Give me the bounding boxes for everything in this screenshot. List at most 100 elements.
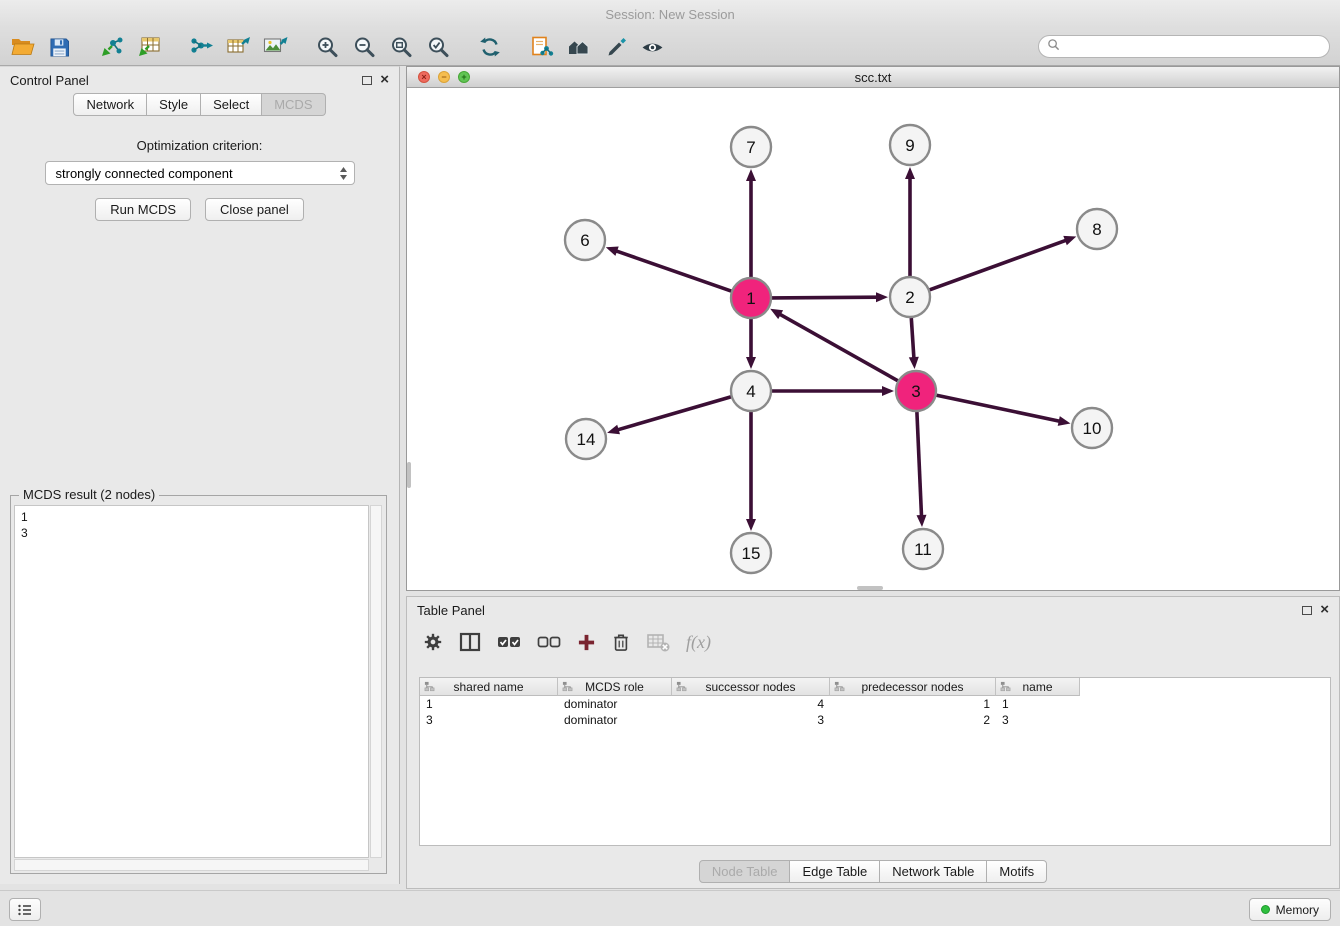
zoom-selected-button[interactable] bbox=[419, 31, 456, 63]
memory-button[interactable]: Memory bbox=[1249, 898, 1331, 921]
add-column-button[interactable] bbox=[577, 633, 596, 652]
edge-3-10[interactable] bbox=[937, 395, 1071, 426]
control-panel-header: Control Panel × bbox=[0, 67, 399, 93]
zoom-out-button[interactable] bbox=[345, 31, 382, 63]
search-input[interactable] bbox=[1065, 39, 1321, 54]
criterion-dropdown[interactable]: strongly connected component bbox=[45, 161, 355, 185]
node-2[interactable]: 2 bbox=[890, 277, 930, 317]
edge-2-9[interactable] bbox=[905, 167, 915, 276]
import-table-button[interactable] bbox=[130, 31, 167, 63]
refresh-view-button[interactable] bbox=[471, 31, 508, 63]
float-panel-icon[interactable] bbox=[362, 76, 372, 85]
node-table: shared name MCDS rolesuccessor nodesprede… bbox=[419, 677, 1331, 846]
network-canvas[interactable]: 7 9 6 8 1 2 4 3 14 10 15 11 bbox=[407, 88, 1339, 590]
export-image-icon bbox=[262, 35, 288, 59]
table-tab-motifs[interactable]: Motifs bbox=[987, 860, 1047, 883]
table-row-2[interactable]: 3dominator323 bbox=[420, 712, 1330, 728]
control-tab-network[interactable]: Network bbox=[73, 93, 147, 116]
result-horizontal-scrollbar[interactable] bbox=[14, 859, 369, 871]
node-11[interactable]: 11 bbox=[903, 529, 943, 569]
toggle-columns-button[interactable] bbox=[459, 632, 481, 652]
search-box[interactable] bbox=[1038, 35, 1330, 58]
save-session-button[interactable] bbox=[41, 31, 78, 63]
edge-3-11[interactable] bbox=[917, 412, 927, 527]
control-tab-style[interactable]: Style bbox=[147, 93, 201, 116]
show-graphics-details-button[interactable] bbox=[634, 31, 671, 63]
minimize-window-icon[interactable]: − bbox=[438, 71, 450, 83]
column-header-mcds-role[interactable]: MCDS role bbox=[558, 678, 672, 696]
node-1[interactable]: 1 bbox=[731, 278, 771, 318]
result-vertical-scrollbar[interactable] bbox=[370, 505, 382, 858]
column-header-shared-name[interactable]: shared name bbox=[420, 678, 558, 696]
node-6[interactable]: 6 bbox=[565, 220, 605, 260]
horizontal-scrollbar-stub[interactable] bbox=[857, 586, 883, 590]
delete-column-button[interactable] bbox=[612, 632, 630, 652]
table-cell: 3 bbox=[420, 713, 558, 727]
table-row-1[interactable]: 1dominator411 bbox=[420, 696, 1330, 712]
node-8[interactable]: 8 bbox=[1077, 209, 1117, 249]
node-7[interactable]: 7 bbox=[731, 127, 771, 167]
panel-selector-button[interactable] bbox=[9, 898, 41, 921]
import-network-button[interactable] bbox=[93, 31, 130, 63]
zoom-fit-button[interactable] bbox=[382, 31, 419, 63]
export-network-button[interactable] bbox=[182, 31, 219, 63]
node-10[interactable]: 10 bbox=[1072, 408, 1112, 448]
control-tab-mcds[interactable]: MCDS bbox=[262, 93, 325, 116]
node-4[interactable]: 4 bbox=[731, 371, 771, 411]
edge-4-14[interactable] bbox=[607, 397, 731, 434]
edge-4-3[interactable] bbox=[772, 386, 894, 396]
column-header-predecessor-nodes[interactable]: predecessor nodes bbox=[830, 678, 996, 696]
edge-2-3[interactable] bbox=[909, 318, 919, 369]
export-image-button[interactable] bbox=[256, 31, 293, 63]
edge-4-15[interactable] bbox=[746, 412, 756, 531]
column-header-name[interactable]: name bbox=[996, 678, 1080, 696]
edge-line bbox=[780, 314, 898, 381]
arrowhead-icon bbox=[607, 425, 620, 435]
export-table-button[interactable] bbox=[219, 31, 256, 63]
column-header-label: shared name bbox=[453, 680, 523, 694]
edge-1-2[interactable] bbox=[772, 292, 888, 302]
close-panel-button[interactable]: Close panel bbox=[205, 198, 304, 221]
arrowhead-icon bbox=[746, 357, 756, 369]
toolbar-gap bbox=[78, 47, 93, 48]
run-mcds-button[interactable]: Run MCDS bbox=[95, 198, 191, 221]
close-window-icon[interactable]: × bbox=[418, 71, 430, 83]
close-panel-icon[interactable]: × bbox=[380, 74, 389, 86]
edge-1-7[interactable] bbox=[746, 169, 756, 277]
table-tab-edge-table[interactable]: Edge Table bbox=[790, 860, 880, 883]
column-header-successor-nodes[interactable]: successor nodes bbox=[672, 678, 830, 696]
table-settings-button[interactable] bbox=[423, 632, 443, 652]
edge-2-8[interactable] bbox=[930, 236, 1077, 290]
apply-style-button[interactable] bbox=[597, 31, 634, 63]
deselect-all-rows-button[interactable] bbox=[537, 633, 561, 651]
vertical-scrollbar-stub[interactable] bbox=[407, 462, 411, 488]
arrowhead-icon bbox=[917, 515, 927, 527]
node-3[interactable]: 3 bbox=[896, 371, 936, 411]
close-table-panel-icon[interactable]: × bbox=[1320, 604, 1329, 616]
select-all-rows-button[interactable] bbox=[497, 633, 521, 651]
maximize-window-icon[interactable]: + bbox=[458, 71, 470, 83]
edge-1-6[interactable] bbox=[606, 247, 731, 292]
node-15[interactable]: 15 bbox=[731, 533, 771, 573]
float-table-panel-icon[interactable] bbox=[1302, 606, 1312, 615]
toolbar-gap bbox=[167, 47, 182, 48]
node-label-11: 11 bbox=[914, 540, 932, 559]
table-tab-node-table[interactable]: Node Table bbox=[699, 860, 791, 883]
node-9[interactable]: 9 bbox=[890, 125, 930, 165]
attribute-icon bbox=[834, 681, 845, 692]
network-graph[interactable]: 7 9 6 8 1 2 4 3 14 10 15 11 bbox=[407, 88, 1339, 590]
edge-line bbox=[911, 318, 914, 358]
control-tab-select[interactable]: Select bbox=[201, 93, 262, 116]
table-tab-network-table[interactable]: Network Table bbox=[880, 860, 987, 883]
network-from-selection-button[interactable] bbox=[523, 31, 560, 63]
open-file-button[interactable] bbox=[4, 31, 41, 63]
first-neighbors-button[interactable] bbox=[560, 31, 597, 63]
edge-line bbox=[618, 397, 731, 430]
edge-3-1[interactable] bbox=[770, 309, 898, 381]
copy-network-icon bbox=[529, 35, 555, 59]
zoom-in-button[interactable] bbox=[308, 31, 345, 63]
node-14[interactable]: 14 bbox=[566, 419, 606, 459]
node-label-10: 10 bbox=[1083, 419, 1102, 438]
node-label-15: 15 bbox=[742, 544, 761, 563]
edge-1-4[interactable] bbox=[746, 319, 756, 369]
